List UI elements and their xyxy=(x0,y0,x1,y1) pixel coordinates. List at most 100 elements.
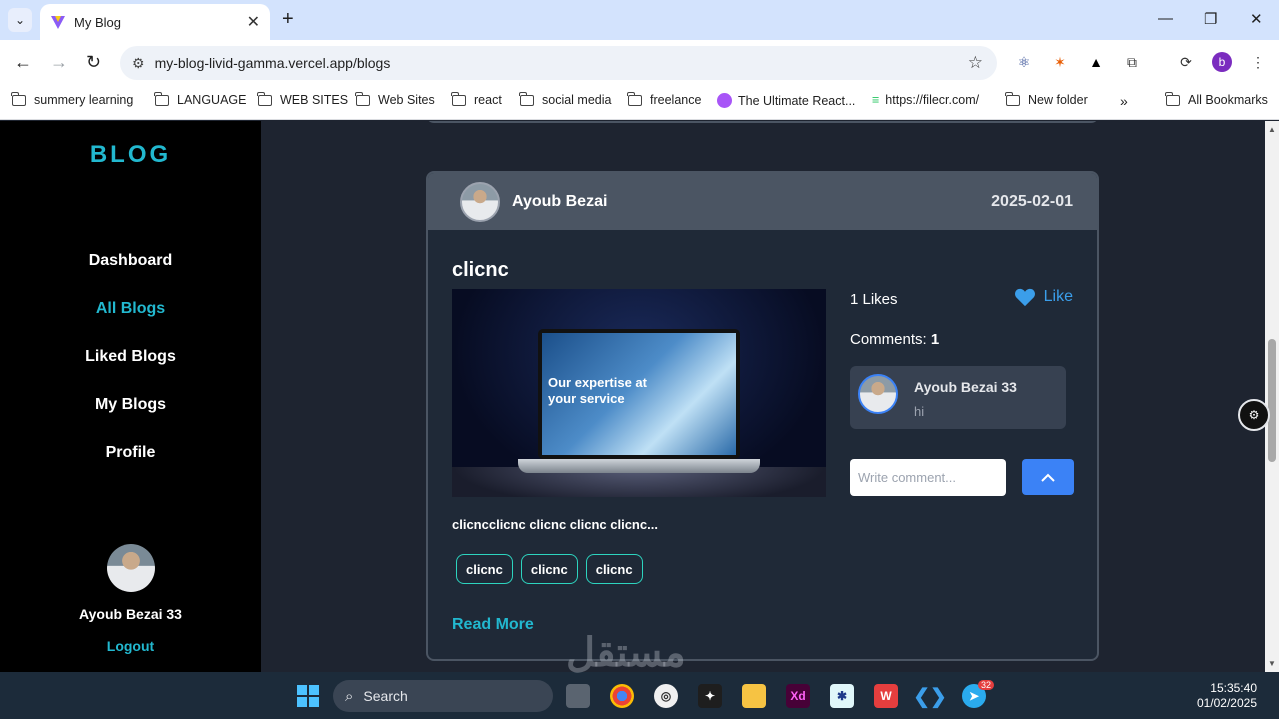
app-icon[interactable]: ◎ xyxy=(654,684,678,708)
forward-icon[interactable]: → xyxy=(50,52,68,73)
reload-icon[interactable]: ↻ xyxy=(86,52,101,73)
telegram-badge: 32 xyxy=(978,680,995,690)
filecr-favicon-icon: ≡ xyxy=(872,93,880,107)
close-window-icon[interactable]: ✕ xyxy=(1250,10,1263,28)
bookmark-folder[interactable]: summery learning xyxy=(11,91,133,107)
bookmark-link[interactable]: ≡ https://filecr.com/ xyxy=(872,93,979,107)
bookmark-folder[interactable]: Web Sites xyxy=(355,91,435,107)
windows-taskbar: ⌕ Search ◎ ✦ Xd ✱ W ❮❯ ➤ 32 15:35:40 01/… xyxy=(0,672,1279,719)
scroll-down-icon[interactable]: ▼ xyxy=(1268,659,1276,668)
tag-chip[interactable]: clicnc xyxy=(456,554,513,584)
bookmark-folder[interactable]: react xyxy=(451,91,502,107)
sidebar-username: Ayoub Bezai 33 xyxy=(79,606,182,622)
tab-title: My Blog xyxy=(74,14,121,30)
app-sidebar: BLOG Dashboard All Blogs Liked Blogs My … xyxy=(0,121,261,672)
nav-my-blogs[interactable]: My Blogs xyxy=(0,396,261,414)
commenter-name: Ayoub Bezai 33 xyxy=(914,379,1017,395)
send-comment-button[interactable] xyxy=(1022,459,1074,495)
scrollbar-thumb[interactable] xyxy=(1268,339,1276,462)
nav-liked-blogs[interactable]: Liked Blogs xyxy=(0,348,261,366)
figma-icon[interactable]: ✦ xyxy=(698,684,722,708)
vite-favicon-icon xyxy=(51,16,65,29)
scroll-up-icon[interactable]: ▲ xyxy=(1268,125,1276,134)
url-text: my-blog-livid-gamma.vercel.app/blogs xyxy=(154,55,391,71)
more-bookmarks-chevron-icon[interactable]: » xyxy=(1120,93,1128,109)
blog-card: Ayoub Bezai 2025-02-01 clicnc Our expert… xyxy=(426,171,1099,661)
laptop-base xyxy=(518,459,760,473)
close-tab-icon[interactable]: ✕ xyxy=(247,12,260,32)
page-scrollbar[interactable]: ▲ ▼ xyxy=(1265,121,1279,672)
like-label: Like xyxy=(1043,288,1073,305)
tab-search-chevron-icon[interactable]: ⌄ xyxy=(8,8,32,32)
folder-icon xyxy=(1005,91,1020,106)
bookmarks-bar: summery learning LANGUAGE WEB SITES Web … xyxy=(0,86,1279,120)
post-date: 2025-02-01 xyxy=(991,193,1073,210)
profile-avatar[interactable]: b xyxy=(1212,52,1232,72)
tag-chip[interactable]: clicnc xyxy=(585,554,643,584)
folder-icon xyxy=(257,91,272,106)
bookmark-link[interactable]: The Ultimate React... xyxy=(717,93,855,108)
restore-icon[interactable]: ❐ xyxy=(1204,10,1217,28)
author-name: Ayoub Bezai xyxy=(512,193,608,210)
post-image: Our expertise at your service xyxy=(452,289,826,497)
back-icon[interactable]: ← xyxy=(14,52,32,73)
nav-dashboard[interactable]: Dashboard xyxy=(0,252,261,270)
extension-dark-icon[interactable]: ▲ xyxy=(1086,52,1106,72)
chevron-up-icon xyxy=(1041,473,1055,482)
like-button[interactable]: Like xyxy=(1014,287,1073,307)
bookmark-folder[interactable]: New folder xyxy=(1005,91,1088,107)
system-clock[interactable]: 15:35:40 01/02/2025 xyxy=(1197,681,1257,711)
adobe-xd-icon[interactable]: Xd xyxy=(786,684,810,708)
heart-icon xyxy=(1014,288,1035,307)
task-view-icon[interactable] xyxy=(566,684,590,708)
bookmark-folder[interactable]: social media xyxy=(519,91,611,107)
logout-button[interactable]: Logout xyxy=(0,638,261,654)
vscode-icon[interactable]: ❮❯ xyxy=(913,684,947,708)
minimize-icon[interactable]: — xyxy=(1158,10,1173,27)
wps-office-icon[interactable]: W xyxy=(874,684,898,708)
previous-card-edge xyxy=(426,121,1099,123)
chrome-icon[interactable] xyxy=(610,684,634,708)
user-avatar[interactable] xyxy=(107,544,155,592)
commenter-avatar[interactable] xyxy=(858,374,898,414)
nav-profile[interactable]: Profile xyxy=(0,444,261,462)
folder-icon xyxy=(355,91,370,106)
bookmark-folder[interactable]: WEB SITES xyxy=(257,91,348,107)
folder-icon xyxy=(1165,91,1180,106)
folder-icon xyxy=(154,91,169,106)
taskbar-search[interactable]: ⌕ Search xyxy=(333,680,553,712)
address-bar[interactable]: ⚙ my-blog-livid-gamma.vercel.app/blogs ☆ xyxy=(120,46,997,80)
browser-tab[interactable]: My Blog ✕ xyxy=(40,4,270,40)
comment-input[interactable] xyxy=(850,459,1006,496)
watermark-logo: مستقل xyxy=(566,631,686,675)
bookmark-folder[interactable]: LANGUAGE xyxy=(154,91,246,107)
all-bookmarks-folder[interactable]: All Bookmarks xyxy=(1165,91,1268,107)
folder-icon xyxy=(451,91,466,106)
read-more-link[interactable]: Read More xyxy=(452,616,534,634)
tag-list: clicnc clicnc clicnc xyxy=(456,554,643,584)
comments-count: Comments: 1 xyxy=(850,331,940,348)
bookmark-star-icon[interactable]: ☆ xyxy=(968,53,983,73)
post-title: clicnc xyxy=(452,259,509,281)
search-icon: ⌕ xyxy=(345,687,354,705)
nav-all-blogs[interactable]: All Blogs xyxy=(0,300,261,318)
file-explorer-icon[interactable] xyxy=(742,684,766,708)
folder-icon xyxy=(11,91,26,106)
performance-icon[interactable]: ⟳ xyxy=(1176,52,1196,72)
floating-settings-icon[interactable]: ⚙ xyxy=(1238,399,1270,431)
bookmark-folder[interactable]: freelance xyxy=(627,91,701,107)
windows-start-icon[interactable] xyxy=(297,685,319,707)
site-info-icon[interactable]: ⚙ xyxy=(132,55,145,72)
snipping-tool-icon[interactable]: ✱ xyxy=(830,684,854,708)
menu-kebab-icon[interactable]: ⋮ xyxy=(1248,52,1268,72)
react-devtools-icon[interactable]: ⚛ xyxy=(1014,52,1034,72)
image-caption: Our expertise at your service xyxy=(548,375,647,406)
brand-logo[interactable]: BLOG xyxy=(0,141,261,169)
likes-count: 1 Likes xyxy=(850,291,898,308)
extension-icon[interactable]: ✶ xyxy=(1050,52,1070,72)
tag-chip[interactable]: clicnc xyxy=(520,554,578,584)
new-tab-icon[interactable]: + xyxy=(282,8,294,31)
puzzle-extensions-icon[interactable]: ⧉ xyxy=(1122,52,1142,72)
author-avatar[interactable] xyxy=(460,182,500,222)
post-excerpt: clicncclicnc clicnc clicnc clicnc... xyxy=(452,517,658,532)
